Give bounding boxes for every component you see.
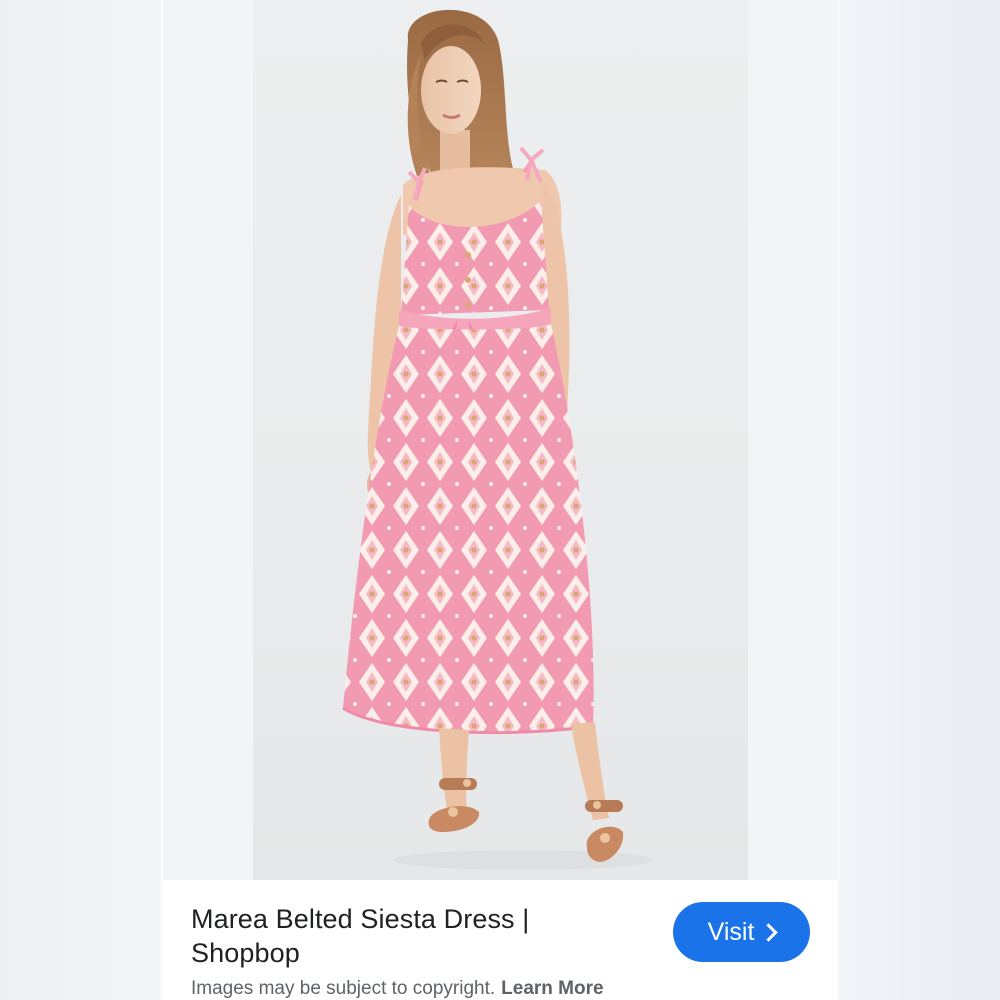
- learn-more-link[interactable]: Learn More: [501, 978, 603, 999]
- result-info-panel: Marea Belted Siesta Dress | Shopbop Visi…: [163, 880, 838, 1000]
- visit-button-label: Visit: [707, 917, 755, 946]
- copyright-notice: Images may be subject to copyright. Learn…: [191, 978, 604, 1000]
- copyright-text: Images may be subject to copyright.: [191, 978, 496, 999]
- visit-button[interactable]: Visit: [673, 902, 810, 962]
- image-result-card: Marea Belted Siesta Dress | Shopbop Visi…: [163, 0, 838, 1000]
- product-image[interactable]: [253, 0, 748, 880]
- product-title-link[interactable]: Marea Belted Siesta Dress | Shopbop: [191, 902, 631, 970]
- model-illustration: [342, 9, 653, 870]
- chevron-right-icon: [759, 923, 779, 942]
- product-image-frame: [163, 0, 838, 880]
